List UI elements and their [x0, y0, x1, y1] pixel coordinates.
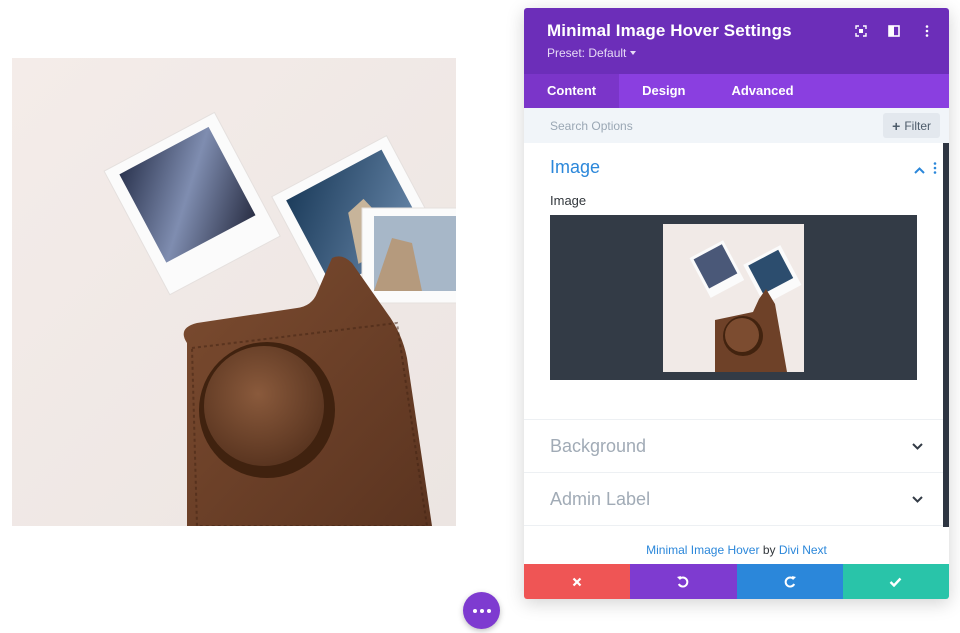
image-thumbnail[interactable]: [663, 224, 804, 372]
preset-dropdown[interactable]: Preset: Default: [547, 46, 637, 60]
redo-icon: [784, 575, 796, 587]
image-upload-field[interactable]: [550, 215, 917, 380]
close-icon: [572, 577, 582, 586]
chevron-down-icon: [912, 437, 923, 455]
more-vertical-icon[interactable]: [921, 24, 933, 38]
author-link[interactable]: Divi Next: [779, 543, 827, 557]
settings-body: Image Image Background Admin Label: [524, 143, 949, 535]
chevron-down-icon: [912, 490, 923, 508]
check-icon: [890, 577, 902, 587]
tab-content[interactable]: Content: [524, 74, 620, 108]
search-bar: + Filter: [524, 108, 949, 143]
more-options-button[interactable]: [463, 592, 500, 629]
redo-button[interactable]: [736, 564, 843, 599]
section-background[interactable]: Background: [524, 420, 949, 473]
image-field-label: Image: [550, 193, 587, 208]
search-input[interactable]: [550, 118, 770, 133]
focus-icon[interactable]: [855, 24, 867, 38]
undo-button[interactable]: [630, 564, 737, 599]
dots-icon: [472, 608, 491, 613]
section-title-image[interactable]: Image: [550, 157, 923, 178]
filter-button[interactable]: + Filter: [883, 113, 940, 138]
tab-advanced[interactable]: Advanced: [708, 74, 816, 108]
camera-photo: [12, 58, 456, 526]
undo-icon: [677, 575, 689, 587]
tab-design[interactable]: Design: [619, 74, 708, 108]
section-title-background: Background: [550, 435, 647, 456]
save-button[interactable]: [842, 564, 949, 599]
plugin-link[interactable]: Minimal Image Hover: [646, 543, 759, 557]
section-more-icon[interactable]: [933, 161, 937, 179]
settings-panel: Minimal Image Hover Settings Preset: Def…: [524, 8, 949, 599]
section-image: Image Image: [524, 143, 949, 420]
credit-by: by: [762, 543, 776, 557]
section-admin-label[interactable]: Admin Label: [524, 473, 949, 526]
footer-credit: Minimal Image Hover by Divi Next: [524, 543, 949, 564]
preview-image: [12, 58, 456, 526]
caret-down-icon: [630, 51, 637, 55]
cancel-button[interactable]: [524, 564, 631, 599]
action-bar: [524, 564, 949, 599]
section-title-admin-label: Admin Label: [550, 488, 651, 509]
filter-label: Filter: [904, 118, 931, 133]
preset-label: Preset: Default: [547, 46, 627, 60]
chevron-up-icon[interactable]: [914, 161, 925, 179]
plus-icon: +: [892, 117, 901, 134]
tab-bar: Content Design Advanced: [524, 74, 949, 108]
scrollbar[interactable]: [943, 143, 949, 527]
panel-header: Minimal Image Hover Settings Preset: Def…: [524, 8, 949, 74]
split-view-icon[interactable]: [888, 24, 900, 38]
